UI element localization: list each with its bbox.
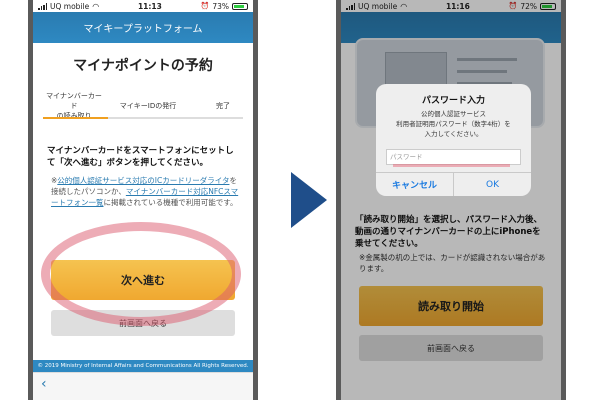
dialog-message-line: 公的個人認証サービス [421, 110, 486, 118]
card-reader-link[interactable]: 公的個人認証サービス対応のICカードリーダライタ [57, 176, 229, 185]
step-label: の読み取り [56, 112, 92, 120]
dialog-title: パスワード入力 [421, 96, 485, 106]
password-input[interactable]: パスワード [386, 149, 521, 167]
instruction-text: マイナンバーカードをスマートフォンにセットして「次へ進む」ボタンを押してください… [47, 146, 234, 168]
modal-overlay [341, 0, 561, 400]
dialog-message: 公的個人認証サービス 利用者証明用パスワード（数字4桁）を 入力してください。 [376, 109, 531, 139]
wifi-icon: ◠ [92, 1, 100, 11]
step-indicator: マイナンバーカード の読み取り マイキーIDの発行 完了 [43, 87, 243, 120]
cancel-button[interactable]: キャンセル [376, 173, 454, 196]
signal-icon [38, 2, 47, 10]
browser-toolbar: ‹ [33, 372, 253, 400]
status-bar: UQ mobile ◠ 11:13 ⏰ 73% [33, 0, 253, 12]
page-title: マイナポイントの予約 [73, 58, 213, 74]
status-time: 11:13 [137, 1, 162, 11]
dialog-buttons: キャンセル OK [376, 172, 531, 196]
compatibility-note: ※公的個人認証サービス対応のICカードリーダライタを接続したパソコンか、マイナン… [51, 175, 241, 208]
phone-frame-right: UQ mobile ◠ 11:16 ⏰ 72% 「読み取り開始」を選択し、パスワ… [336, 0, 566, 400]
phone-frame-left: UQ mobile ◠ 11:13 ⏰ 73% マイキープラットフォーム マイナ… [28, 0, 258, 400]
password-dialog: パスワード入力 公的個人認証サービス 利用者証明用パスワード（数字4桁）を 入力… [376, 84, 531, 196]
carrier-label: UQ mobile [50, 1, 90, 11]
dialog-message-line: 利用者証明用パスワード（数字4桁）を [396, 120, 511, 128]
step-mykey-issue: マイキーIDの発行 [113, 101, 183, 111]
ok-button[interactable]: OK [454, 173, 531, 196]
note-text: に掲載されている機種で利用可能です。 [103, 198, 238, 207]
screen-left: UQ mobile ◠ 11:13 ⏰ 73% マイキープラットフォーム マイナ… [33, 0, 253, 400]
step-label: マイキーIDの発行 [119, 102, 177, 110]
chevron-left-icon[interactable]: ‹ [41, 377, 47, 391]
header-title: マイキープラットフォーム [83, 24, 203, 35]
highlight-ellipse [41, 222, 241, 326]
step-label: 完了 [216, 102, 230, 110]
step-complete: 完了 [193, 101, 253, 111]
arrow-right-icon [291, 172, 327, 228]
app-header: マイキープラットフォーム [33, 12, 253, 43]
battery-icon [232, 2, 248, 10]
dialog-message-line: 入力してください。 [424, 130, 483, 138]
screen-right: UQ mobile ◠ 11:16 ⏰ 72% 「読み取り開始」を選択し、パスワ… [341, 0, 561, 400]
copyright-footer: © 2019 Ministry of Internal Affairs and … [33, 360, 253, 372]
step-progress-line [43, 117, 243, 119]
step-label: マイナンバーカード [46, 92, 102, 110]
alarm-icon: ⏰ [200, 2, 210, 10]
battery-percent: 73% [212, 1, 229, 11]
